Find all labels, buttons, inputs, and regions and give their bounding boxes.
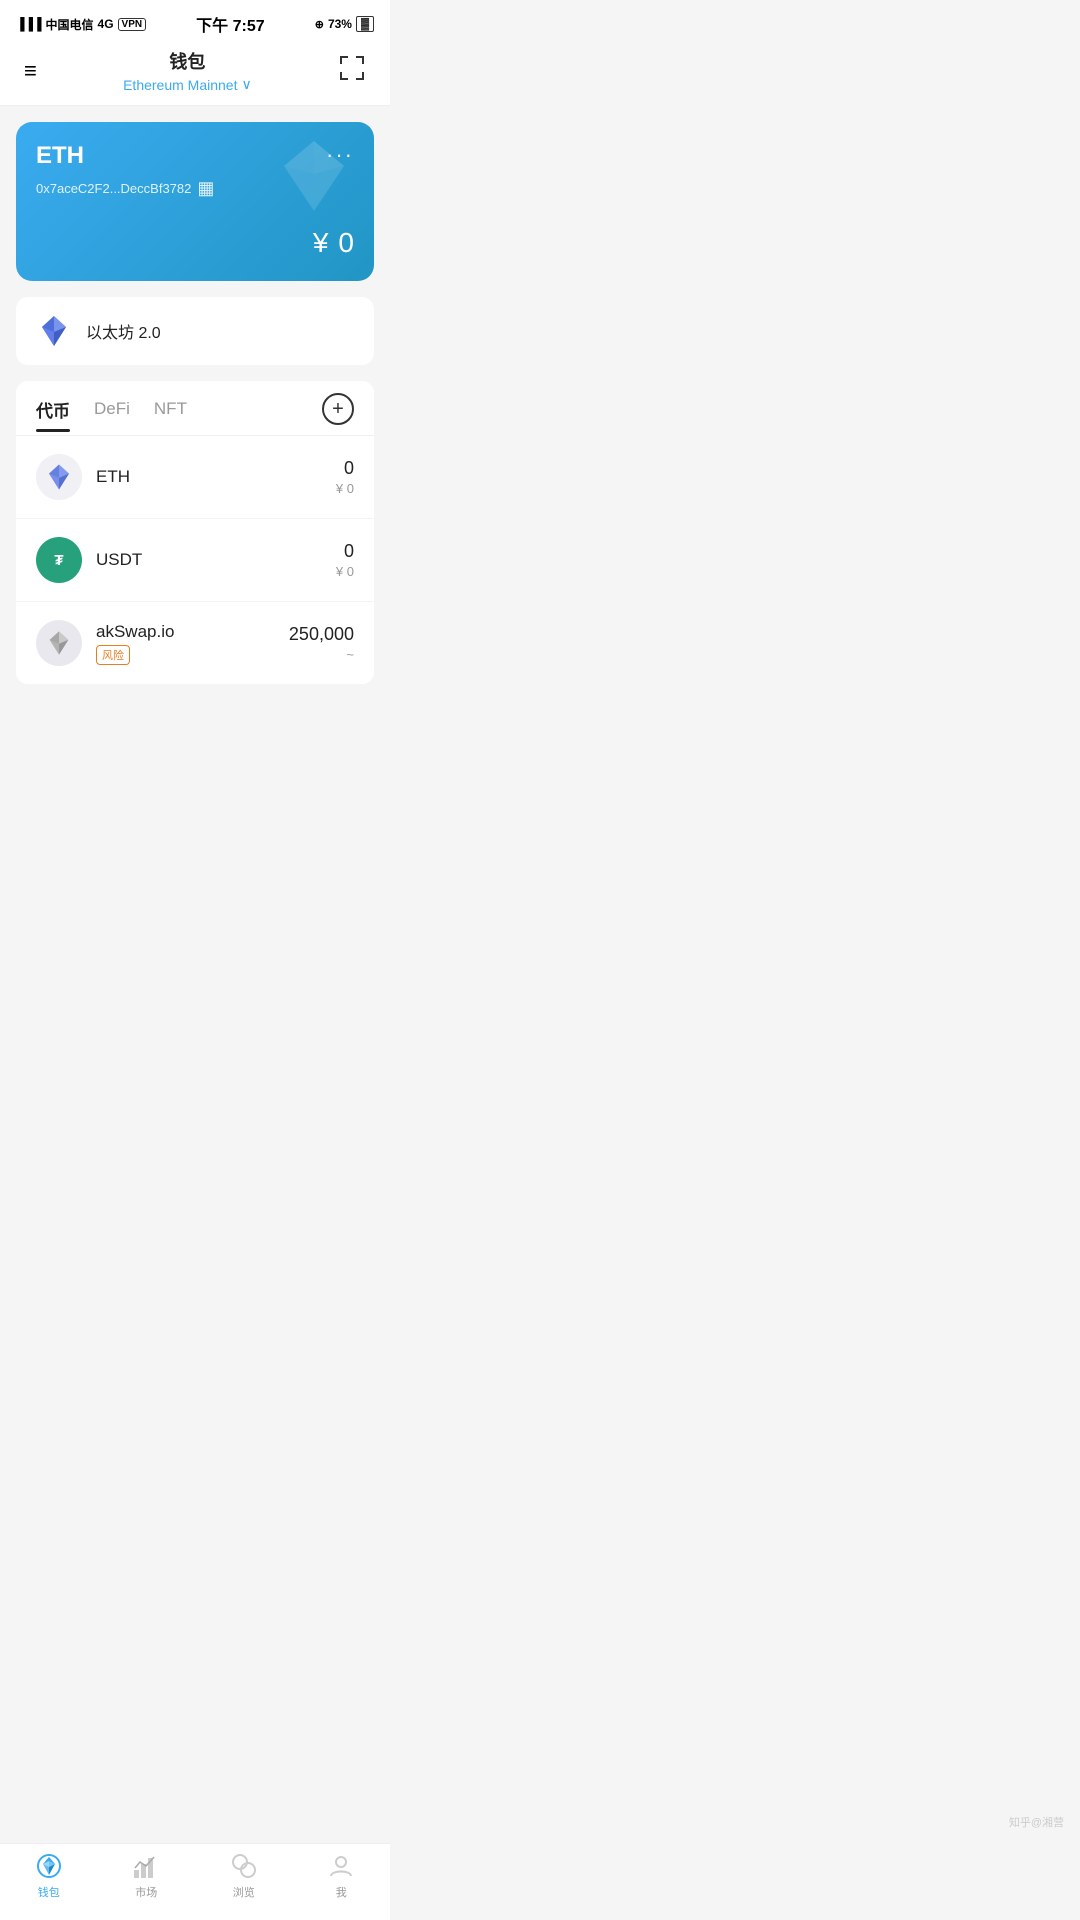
scan-button[interactable] <box>334 50 370 92</box>
watermark: 知乎@湘营 <box>1009 1814 1064 1830</box>
tab-nft[interactable]: NFT <box>154 399 187 429</box>
wallet-token-label: ETH <box>36 142 84 170</box>
wallet-nav-icon <box>35 1852 63 1880</box>
status-right: ⊕ 73% ▓ <box>315 16 374 32</box>
akswap-token-name: akSwap.io <box>96 622 275 642</box>
vpn-badge: VPN <box>118 18 147 31</box>
browse-nav-icon <box>230 1852 258 1880</box>
balance-value: 0 <box>338 227 354 258</box>
signal-icon: ▐▐▐ <box>16 17 42 31</box>
nav-title: 钱包 Ethereum Mainnet ∨ <box>41 48 334 93</box>
bottom-nav: 钱包 市场 浏览 我 <box>0 1843 390 1920</box>
battery-label: 73% <box>328 17 352 31</box>
eth-token-icon <box>36 454 82 500</box>
balance-symbol: ¥ <box>313 227 329 258</box>
main-content: ETH ··· 0x7aceC2F2...DeccBf3782 ▦ ¥ 0 以太… <box>0 106 390 716</box>
akswap-token-balance: 250,000 ~ <box>289 624 354 662</box>
page-title: 钱包 <box>41 48 334 74</box>
wallet-balance: ¥ 0 <box>36 219 354 261</box>
eth-network-icon <box>36 313 72 349</box>
add-token-button[interactable]: + <box>322 393 354 425</box>
network-item[interactable]: 以太坊 2.0 <box>16 297 374 365</box>
network-selector[interactable]: Ethereum Mainnet ∨ <box>41 76 334 93</box>
nav-item-profile[interactable]: 我 <box>327 1852 355 1900</box>
carrier-label: 中国电信 <box>46 16 94 33</box>
network-section: 以太坊 2.0 <box>16 297 374 365</box>
profile-nav-label: 我 <box>336 1884 347 1900</box>
menu-button[interactable]: ≡ <box>20 54 41 88</box>
market-nav-icon <box>132 1852 160 1880</box>
browse-nav-label: 浏览 <box>233 1884 255 1900</box>
token-tab-row: 代币 DeFi NFT + <box>16 381 374 436</box>
tab-tokens[interactable]: 代币 <box>36 397 70 432</box>
usdt-token-balance: 0 ¥ 0 <box>336 541 354 579</box>
eth-diamond-decoration <box>274 136 354 221</box>
token-section: 代币 DeFi NFT + <box>16 381 374 684</box>
wallet-card: ETH ··· 0x7aceC2F2...DeccBf3782 ▦ ¥ 0 <box>16 122 374 281</box>
akswap-token-fiat: ~ <box>289 647 354 662</box>
chevron-down-icon: ∨ <box>242 76 252 93</box>
status-left: ▐▐▐ 中国电信 4G VPN <box>16 16 146 33</box>
network-item-label: 以太坊 2.0 <box>86 319 161 343</box>
akswap-token-icon <box>36 620 82 666</box>
tab-defi[interactable]: DeFi <box>94 399 130 429</box>
usdt-token-amount: 0 <box>336 541 354 562</box>
nav-bar: ≡ 钱包 Ethereum Mainnet ∨ <box>0 40 390 106</box>
token-row-usdt[interactable]: ₮ USDT 0 ¥ 0 <box>16 519 374 602</box>
svg-text:₮: ₮ <box>54 552 63 569</box>
nav-item-browse[interactable]: 浏览 <box>230 1852 258 1900</box>
status-bar: ▐▐▐ 中国电信 4G VPN 下午 7:57 ⊕ 73% ▓ <box>0 0 390 40</box>
nav-item-wallet[interactable]: 钱包 <box>35 1852 63 1900</box>
token-list: ETH 0 ¥ 0 ₮ USDT 0 ¥ 0 <box>16 436 374 684</box>
token-row-akswap[interactable]: akSwap.io 风险 250,000 ~ <box>16 602 374 684</box>
eth-token-name: ETH <box>96 467 322 487</box>
status-time: 下午 7:57 <box>196 12 264 36</box>
akswap-token-info: akSwap.io 风险 <box>96 622 275 665</box>
akswap-risk-badge: 风险 <box>96 645 130 665</box>
usdt-token-icon: ₮ <box>36 537 82 583</box>
location-icon: ⊕ <box>315 18 324 31</box>
network-name: Ethereum Mainnet <box>123 77 237 93</box>
token-row-eth[interactable]: ETH 0 ¥ 0 <box>16 436 374 519</box>
usdt-token-fiat: ¥ 0 <box>336 564 354 579</box>
battery-icon: ▓ <box>356 16 374 32</box>
wallet-nav-label: 钱包 <box>38 1884 60 1900</box>
eth-token-fiat: ¥ 0 <box>336 481 354 496</box>
wallet-address-text: 0x7aceC2F2...DeccBf3782 <box>36 181 191 196</box>
eth-token-balance: 0 ¥ 0 <box>336 458 354 496</box>
network-type: 4G <box>98 17 114 31</box>
market-nav-label: 市场 <box>135 1884 157 1900</box>
profile-nav-icon <box>327 1852 355 1880</box>
nav-item-market[interactable]: 市场 <box>132 1852 160 1900</box>
usdt-token-name: USDT <box>96 550 322 570</box>
akswap-token-amount: 250,000 <box>289 624 354 645</box>
qr-icon[interactable]: ▦ <box>197 178 214 199</box>
eth-token-amount: 0 <box>336 458 354 479</box>
